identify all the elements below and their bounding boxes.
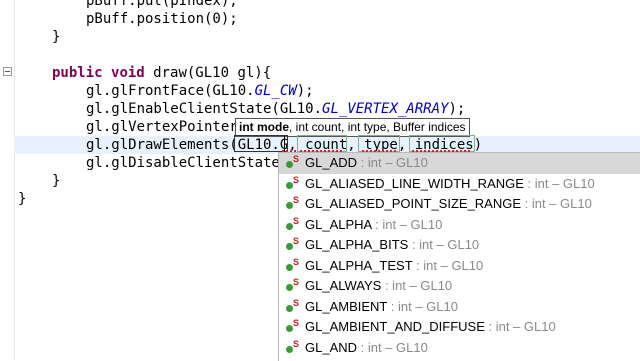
completion-detail: : int – GL10 [387,298,458,314]
code-text: gl.glDisableClientState [86,155,280,171]
code-line[interactable]: pBuff.put(pIndex); [14,0,640,10]
code-text: draw(GL10 gl){ [144,65,272,81]
code-line[interactable]: gl.glFrontFace(GL10.GL_CW); [14,82,640,100]
static-field-icon [286,222,293,230]
code-line[interactable] [14,46,640,64]
completion-name: GL_ALIASED_LINE_WIDTH_RANGE [305,175,524,191]
static-field-icon [286,243,293,250]
completion-item[interactable]: S GL_AMBIENT_AND_DIFFUSE : int – GL10 [279,317,640,338]
completion-name: GL_AMBIENT_AND_DIFFUSE [305,319,485,334]
completion-detail: : int – GL10 [523,175,595,191]
static-field-icon [286,161,293,168]
parameter-hint-rest: , int count, int type, Buffer indices [289,120,466,134]
editor-gutter [0,0,15,360]
code-text: } [52,29,61,45]
static-modifier-icon: S [293,256,300,267]
completion-item[interactable]: S GL_AND : int – GL10 [279,338,640,359]
static-field-icon [286,325,293,332]
completion-item[interactable]: S GL_ALIASED_LINE_WIDTH_RANGE : int – GL1… [279,174,640,195]
static-modifier-icon: S [293,338,300,349]
code-text: } [18,191,27,207]
code-line[interactable]: } [14,28,640,46]
completion-name: GL_ALPHA_TEST [305,257,413,273]
completion-name: GL_ALWAYS [305,278,382,293]
completion-detail: : int – GL10 [484,319,556,334]
code-text: ); [296,83,314,99]
completion-detail: : int – GL10 [357,155,428,170]
static-modifier-icon: S [293,236,300,246]
completion-item[interactable]: S GL_ALPHA : int – GL10 [279,215,640,236]
text-caret [284,136,285,151]
static-modifier-icon: S [293,297,300,308]
linked-edit-box-mode[interactable] [234,135,288,152]
code-keyword: void [111,65,145,81]
code-keyword: public [52,65,103,81]
completion-name: GL_ALPHA_BITS [305,237,409,252]
static-modifier-icon: S [293,277,300,287]
completion-item[interactable]: S GL_AMBIENT : int – GL10 [279,297,640,318]
completion-detail: : int – GL10 [371,216,443,232]
completion-detail: : int – GL10 [381,278,453,293]
completion-name: GL_AND [305,339,358,355]
completion-name: GL_ALIASED_POINT_SIZE_RANGE [305,196,522,211]
content-assist-popup[interactable]: S GL_ADD : int – GL10 S GL_ALIASED_LINE_WID… [278,152,640,361]
code-constant: GL_CW [254,83,297,99]
static-modifier-icon: S [293,318,300,328]
static-field-icon [286,345,293,353]
parameter-hint-current: int mode [239,120,289,134]
code-text: gl.glEnableClientState(GL10. [86,101,323,117]
static-modifier-icon: S [293,174,300,185]
code-text: gl.glFrontFace(GL10. [86,83,255,99]
code-text: pBuff.put(pIndex); [86,0,238,9]
code-line[interactable]: gl.glEnableClientState(GL10.GL_VERTEX_AR… [14,100,640,118]
completion-item[interactable]: S GL_ADD : int – GL10 [279,153,640,174]
static-field-icon [286,263,293,271]
completion-detail: : int – GL10 [521,196,592,211]
code-line[interactable]: pBuff.position(0); [14,10,640,28]
completion-name: GL_AMBIENT [305,298,388,314]
code-line[interactable]: public void draw(GL10 gl){ [14,64,640,82]
static-field-icon [286,202,293,209]
code-constant: GL_VERTEX_ARRAY [322,101,449,117]
code-text: ); [448,101,466,117]
code-text: } [52,173,61,189]
completion-name: GL_ADD [305,155,358,170]
fold-collapse-icon[interactable] [3,67,12,76]
static-modifier-icon: S [293,154,300,164]
completion-name: GL_ALPHA [305,216,372,232]
static-field-icon [286,304,293,312]
completion-item[interactable]: S GL_ALPHA_BITS : int – GL10 [279,235,640,256]
static-modifier-icon: S [293,195,300,205]
code-text: pBuff.position(0); [86,11,238,27]
completion-item[interactable]: S GL_ALPHA_TEST : int – GL10 [279,256,640,277]
static-field-icon [286,284,293,291]
static-modifier-icon: S [293,215,300,226]
completion-detail: : int – GL10 [412,257,484,273]
completion-item[interactable]: S GL_ALWAYS : int – GL10 [279,276,640,297]
completion-detail: : int – GL10 [357,339,428,355]
code-text: gl.glVertexPointer [86,119,238,135]
completion-detail: : int – GL10 [408,237,480,252]
static-field-icon [286,181,293,189]
completion-item[interactable]: S GL_ALIASED_POINT_SIZE_RANGE : int – GL1… [279,194,640,215]
